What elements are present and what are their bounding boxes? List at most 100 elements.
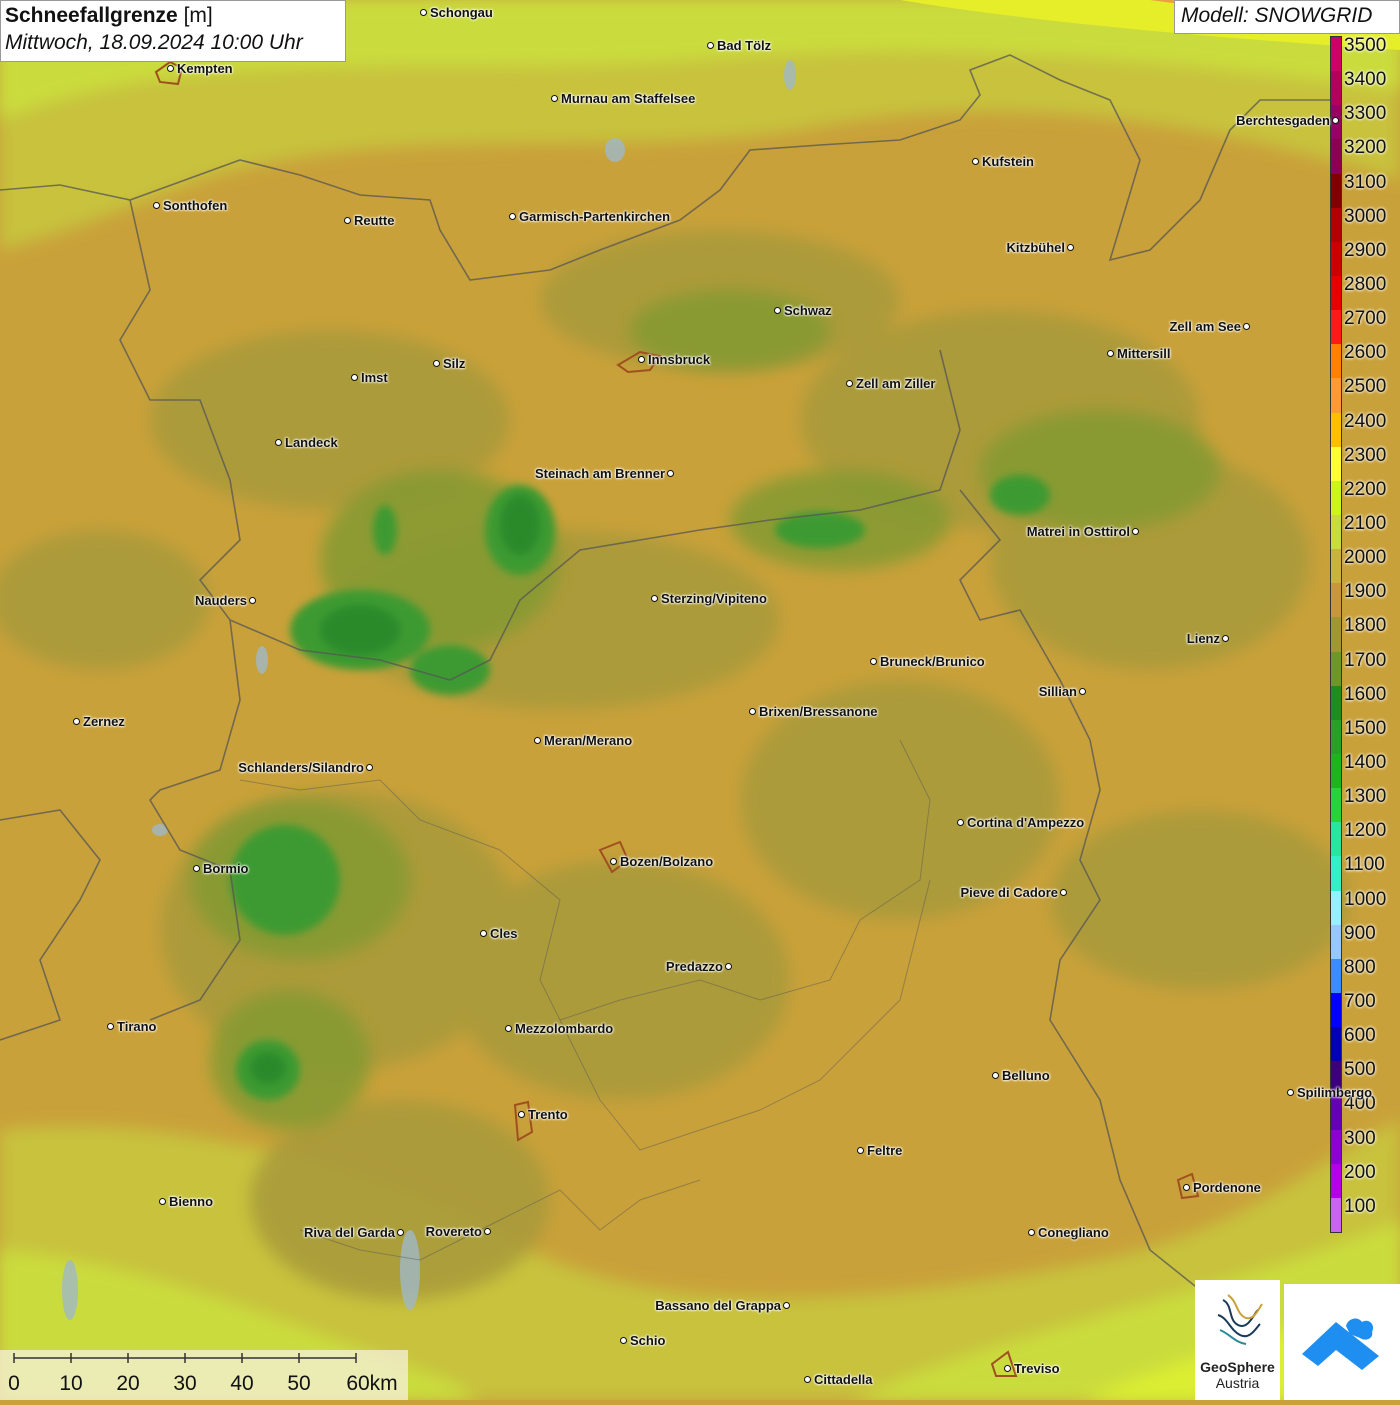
city-dot bbox=[73, 718, 80, 725]
legend-swatch bbox=[1331, 856, 1341, 892]
city-dot bbox=[1222, 635, 1229, 642]
city-dot bbox=[725, 963, 732, 970]
legend-swatch bbox=[1331, 446, 1341, 482]
city-label: Mezzolombardo bbox=[515, 1021, 614, 1036]
legend-value-label: 1500 bbox=[1344, 717, 1387, 739]
city-label: Bormio bbox=[203, 861, 249, 876]
legend-swatch bbox=[1331, 1027, 1341, 1062]
city-dot bbox=[620, 1337, 627, 1344]
legend-value-label: 3400 bbox=[1344, 69, 1387, 91]
legend-value-label: 1300 bbox=[1344, 786, 1387, 808]
city-label: Brixen/Bressanone bbox=[759, 704, 878, 719]
legend-value-label: 2800 bbox=[1344, 274, 1387, 295]
legend-value-label: 3500 bbox=[1344, 35, 1387, 56]
city-label: Silz bbox=[443, 356, 466, 371]
city-label: Trento bbox=[528, 1107, 568, 1122]
legend-swatch bbox=[1331, 1163, 1341, 1199]
legend-value-label: 2200 bbox=[1344, 478, 1387, 500]
city-label: Zell am Ziller bbox=[856, 376, 936, 391]
city-dot bbox=[275, 439, 282, 446]
legend-swatch bbox=[1331, 1197, 1341, 1233]
city-label: Predazzo bbox=[665, 959, 723, 974]
legend-swatch bbox=[1331, 549, 1341, 584]
title-unit: [m] bbox=[183, 4, 213, 27]
city-dot bbox=[957, 819, 964, 826]
city-dot bbox=[1243, 323, 1250, 330]
legend-swatch bbox=[1331, 685, 1341, 721]
city-dot bbox=[167, 65, 174, 72]
legend-value-label: 1400 bbox=[1344, 752, 1387, 773]
city-dot bbox=[1183, 1184, 1190, 1191]
city-label: Cles bbox=[490, 926, 518, 941]
legend-value-label: 1100 bbox=[1344, 854, 1385, 876]
city-label: Zell am See bbox=[1169, 319, 1241, 334]
city-label: Spilimbergo bbox=[1297, 1085, 1373, 1100]
city-label: Bassano del Grappa bbox=[655, 1298, 781, 1313]
scale-tick-label: 40 bbox=[230, 1372, 254, 1395]
city-label: Belluno bbox=[1002, 1068, 1050, 1083]
city-dot bbox=[870, 658, 877, 665]
city-dot bbox=[505, 1025, 512, 1032]
city-dot bbox=[1079, 688, 1086, 695]
city-dot bbox=[1287, 1089, 1294, 1096]
legend-swatch bbox=[1331, 37, 1341, 72]
city-dot bbox=[420, 9, 427, 16]
city-dot bbox=[484, 1228, 491, 1235]
legend-swatch bbox=[1331, 958, 1341, 994]
legend-value-label: 1200 bbox=[1344, 820, 1387, 842]
legend-value-label: 1700 bbox=[1344, 649, 1387, 671]
city-dot bbox=[509, 213, 516, 220]
legend-value-label: 2500 bbox=[1344, 376, 1387, 398]
city-dot bbox=[651, 595, 658, 602]
city-dot bbox=[551, 95, 558, 102]
geosphere-name: GeoSphere bbox=[1200, 1359, 1275, 1375]
city-label: Feltre bbox=[867, 1143, 903, 1158]
snowgrid-logo bbox=[1284, 1284, 1400, 1400]
city-label: Conegliano bbox=[1038, 1225, 1109, 1240]
city-dot bbox=[107, 1023, 114, 1030]
city-dot bbox=[534, 737, 541, 744]
legend-value-label: 3300 bbox=[1344, 103, 1387, 125]
legend-swatch bbox=[1331, 583, 1341, 618]
city-label: Kitzbühel bbox=[1006, 240, 1066, 255]
map-title: Schneefallgrenze [m] bbox=[5, 3, 341, 29]
city-dot bbox=[992, 1072, 999, 1079]
city-dot bbox=[1060, 889, 1067, 896]
legend-swatch bbox=[1331, 515, 1341, 550]
city-dot bbox=[846, 380, 853, 387]
city-label: Riva del Garda bbox=[303, 1225, 395, 1240]
city-label: Lienz bbox=[1186, 631, 1220, 646]
legend-value-label: 900 bbox=[1344, 922, 1376, 944]
city-label: Bruneck/Brunico bbox=[880, 654, 985, 669]
city-label: Schongau bbox=[430, 5, 493, 20]
scale-tick-label: 10 bbox=[59, 1372, 83, 1395]
city-dot bbox=[518, 1111, 525, 1118]
mountain-snow-icon bbox=[1302, 1318, 1379, 1370]
city-dot bbox=[344, 217, 351, 224]
legend-swatch bbox=[1331, 207, 1341, 243]
city-dot bbox=[610, 858, 617, 865]
city-label: Kempten bbox=[177, 61, 233, 76]
city-dot bbox=[397, 1229, 404, 1236]
city-dot bbox=[638, 356, 645, 363]
city-dot bbox=[783, 1302, 790, 1309]
city-label: Zernez bbox=[83, 714, 125, 729]
city-dot bbox=[857, 1147, 864, 1154]
city-label: Sonthofen bbox=[163, 198, 228, 213]
geosphere-emblem-icon bbox=[1217, 1294, 1263, 1345]
city-dot bbox=[774, 307, 781, 314]
legend-swatch bbox=[1331, 241, 1341, 277]
legend-swatch bbox=[1331, 651, 1341, 687]
legend-swatch bbox=[1331, 1095, 1341, 1131]
city-label: Sillian bbox=[1038, 684, 1077, 699]
legend-swatch bbox=[1331, 139, 1341, 175]
city-dot bbox=[351, 374, 358, 381]
city-label: Pordenone bbox=[1193, 1180, 1261, 1195]
legend-swatch bbox=[1331, 173, 1341, 209]
legend-value-label: 700 bbox=[1344, 991, 1376, 1012]
city-label: Matrei in Osttirol bbox=[1026, 524, 1130, 539]
legend-value-label: 3000 bbox=[1344, 205, 1387, 227]
city-label: Steinach am Brenner bbox=[534, 466, 665, 481]
city-label: Bad Tölz bbox=[717, 38, 772, 53]
city-dot bbox=[1332, 117, 1339, 124]
